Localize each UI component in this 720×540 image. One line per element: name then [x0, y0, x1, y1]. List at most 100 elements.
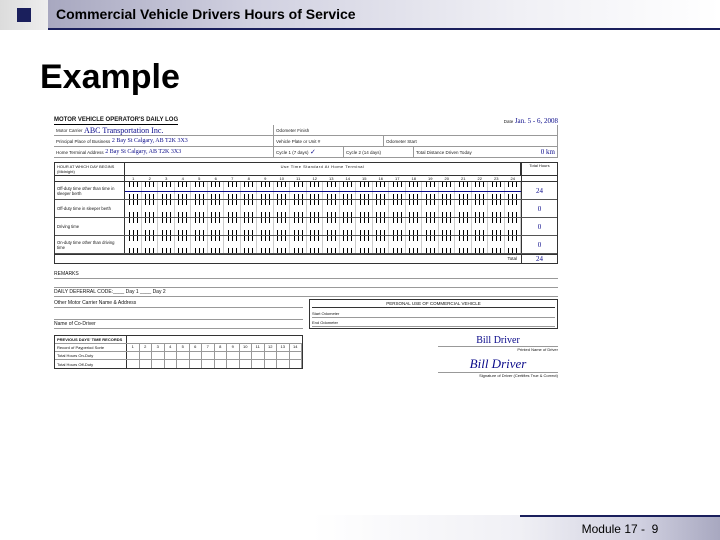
duty-grid-cells [125, 218, 521, 235]
terminal-value: 2 Bay St Calgary, AB T2K 3X3 [105, 149, 181, 155]
hour-num: 18 [406, 176, 423, 181]
duty-grid-cells [125, 236, 521, 253]
square-bullet-icon [17, 8, 31, 22]
remarks-label: REMARKS [54, 270, 558, 279]
prev-cell: 10 [240, 344, 253, 351]
total-hours-label: Total Hours [521, 163, 557, 175]
hour-num: 19 [422, 176, 439, 181]
duty-row: Off-duty time in sleeper berth 0 [55, 200, 557, 218]
prev-cell [277, 360, 290, 368]
prev-cell [190, 360, 203, 368]
duty-label: On-duty time other than driving time [55, 236, 125, 253]
pers-start-label: Start Odometer [312, 311, 339, 316]
prev-cell [177, 352, 190, 359]
hour-num: 7 [224, 176, 241, 181]
prev-cell [127, 360, 140, 368]
duty-row: Driving time0 [55, 218, 557, 236]
prev-cell [252, 360, 265, 368]
prev-cell [127, 352, 140, 359]
hour-num: 13 [323, 176, 340, 181]
prev-cell [240, 360, 253, 368]
prev-cell: 6 [190, 344, 203, 351]
slide-title: Example [40, 58, 680, 97]
prev-cell [277, 352, 290, 359]
hour-num: 8 [241, 176, 258, 181]
prev-cell: 9 [227, 344, 240, 351]
prev-cell: 1 [127, 344, 140, 351]
hour-num: 21 [455, 176, 472, 181]
duty-status-grid: HOUR AT WHICH DAY BEGINS (Midnight) Use … [54, 162, 558, 264]
hour-num: 14 [340, 176, 357, 181]
footer-module: Module 17 - [582, 522, 645, 536]
prev-cell [290, 360, 303, 368]
prev-cell: 2 [140, 344, 153, 351]
grand-total-label: Total [55, 255, 521, 263]
hour-num: 20 [439, 176, 456, 181]
odo-start-label: Odometer Start [386, 139, 417, 144]
duty-status-line [125, 191, 521, 192]
cycle1-value: ✓ [310, 148, 316, 156]
duty-grid-cells [125, 182, 521, 199]
carrier-value: ABC Transportation Inc. [84, 126, 163, 135]
prev-cell: 11 [252, 344, 265, 351]
prev-cell [190, 352, 203, 359]
duty-label: Off-duty time in sleeper berth [55, 200, 125, 217]
carrier-label: Motor Carrier [56, 128, 83, 133]
pers-end-label: End Odometer [312, 320, 338, 325]
prev-title: PREVIOUS DAYS' TIME RECORDS [55, 336, 127, 343]
prev-cell [165, 360, 178, 368]
cycle2-label: Cycle 2 (14 days) [346, 150, 381, 155]
cycle1-label: Cycle 1 (7 days) [276, 150, 309, 155]
date-label: Date [504, 119, 514, 124]
header-bar: Commercial Vehicle Drivers Hours of Serv… [0, 0, 720, 30]
prev-cell [227, 360, 240, 368]
duty-total: 24 [536, 187, 543, 195]
prev-cell [252, 352, 265, 359]
prev-cell [140, 360, 153, 368]
prev-cell [165, 352, 178, 359]
prev-cell: 3 [152, 344, 165, 351]
duty-total: 0 [538, 223, 542, 231]
hour-num: 22 [472, 176, 489, 181]
hour-numbers: 123456789101112131415161718192021222324 [125, 176, 521, 181]
dist-label: Total Distance Driven Today [416, 150, 472, 155]
prev-cell: 8 [215, 344, 228, 351]
other-carrier-label: Other Motor Carrier Name & Address [54, 299, 303, 308]
prev-cell: 14 [290, 344, 303, 351]
form-title: MOTOR VEHICLE OPERATOR'S DAILY LOG [54, 117, 178, 125]
prev-cell: 7 [202, 344, 215, 351]
prev-cell [290, 352, 303, 359]
date-value: Jan. 5 - 6, 2008 [515, 117, 558, 125]
hour-num: 11 [290, 176, 307, 181]
signature-label: Signature of Driver (Certifies True & Co… [309, 373, 558, 378]
printed-name-label: Printed Name of Driver [309, 347, 558, 352]
grid-head-left: HOUR AT WHICH DAY BEGINS (Midnight) [55, 163, 125, 175]
prev-cell [140, 352, 153, 359]
duty-total: 0 [538, 241, 542, 249]
prev-cell [152, 360, 165, 368]
hour-num: 23 [488, 176, 505, 181]
prev-cell [265, 352, 278, 359]
plate-label: Vehicle Plate or Unit # [276, 139, 320, 144]
prev-cell [265, 360, 278, 368]
prev-days-label: Record of Payperiod Sorte [55, 344, 127, 351]
prev-cell: 12 [265, 344, 278, 351]
principal-value: 2 Bay St Calgary, AB T2K 3X3 [112, 138, 188, 144]
prev-on-label: Total Hours On-Duty [55, 352, 127, 359]
header-title-bar: Commercial Vehicle Drivers Hours of Serv… [48, 0, 720, 30]
header-title: Commercial Vehicle Drivers Hours of Serv… [56, 6, 356, 22]
footer: Module 17 - 9 [0, 515, 720, 540]
hour-num: 15 [356, 176, 373, 181]
grand-total-value: 24 [536, 255, 543, 263]
hour-num: 10 [274, 176, 291, 181]
personal-use-box: PERSONAL USE OF COMMERCIAL VEHICLE Start… [309, 299, 558, 329]
hour-num: 16 [373, 176, 390, 181]
prev-off-label: Total Hours Off-Duty [55, 360, 127, 368]
prev-cell [227, 352, 240, 359]
duty-total: 0 [538, 205, 542, 213]
hour-num: 2 [142, 176, 159, 181]
header-bullet-area [0, 0, 48, 30]
duty-grid-cells [125, 200, 521, 217]
deferral-label: DAILY DEFERRAL CODE:____ Day 1 ____ Day … [54, 288, 558, 297]
duty-row: On-duty time other than driving time 0 [55, 236, 557, 254]
